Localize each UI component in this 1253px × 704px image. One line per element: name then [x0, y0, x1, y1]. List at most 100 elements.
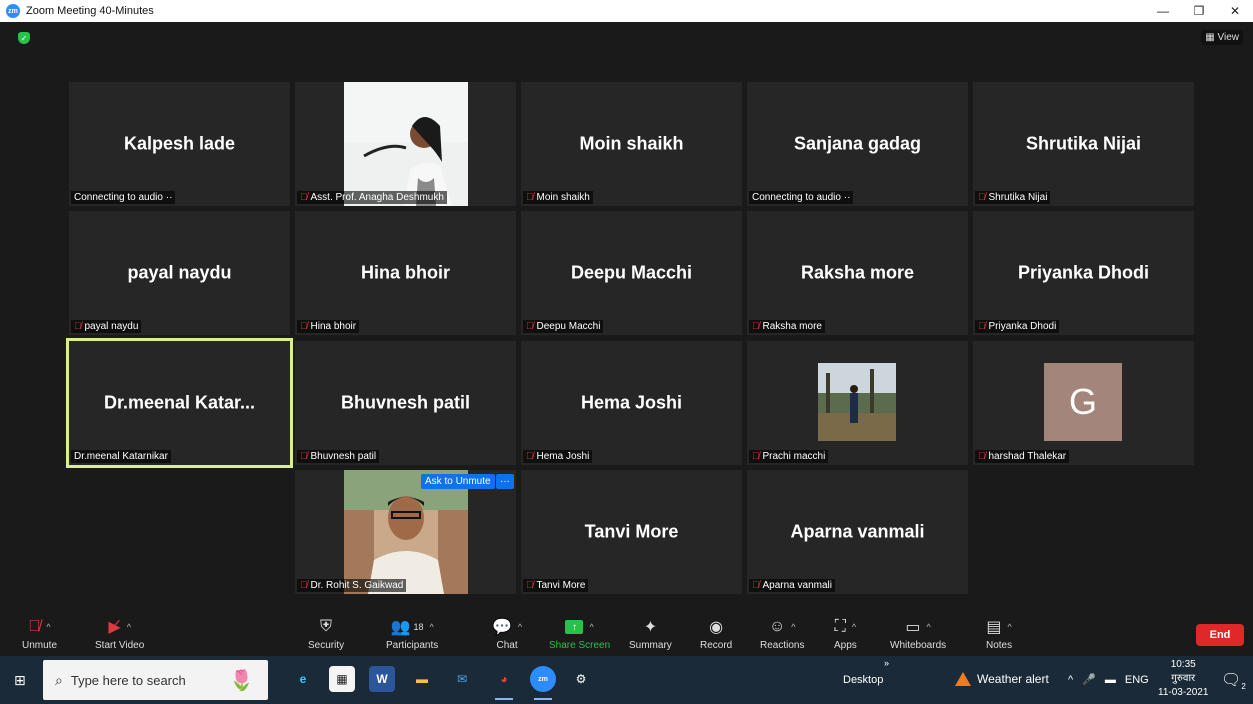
participant-tile[interactable]: Hina bhoir 🎙̸ Hina bhoir — [295, 211, 516, 335]
participant-tile[interactable]: Tanvi More 🎙̸ Tanvi More — [521, 470, 742, 594]
muted-mic-icon: 🎙̸ — [300, 321, 308, 332]
whiteboards-button[interactable]: ▭ ^ Whiteboards — [890, 616, 946, 651]
chrome-icon[interactable]: ◕ — [491, 666, 517, 700]
muted-mic-icon: 🎙̸ — [752, 321, 760, 332]
view-label: View — [1217, 32, 1240, 43]
participant-label: Connecting to audio ·· — [71, 191, 176, 204]
whiteboard-icon: ▭ — [905, 619, 921, 636]
chevron-up-icon[interactable]: ^ — [46, 622, 50, 632]
meeting-toolbar: 🎙̸ ^ Unmute ▶̸ ^ Start Video ⛨ Security 👥 1… — [0, 612, 1253, 656]
participant-label: 🎙̸ payal naydu — [71, 320, 142, 333]
participant-tile[interactable]: Raksha more 🎙̸ Raksha more — [747, 211, 968, 335]
security-button[interactable]: ⛨ Security — [308, 616, 344, 651]
restore-icon[interactable]: ❐ — [1181, 0, 1217, 22]
participants-button[interactable]: 👥 18 ^ Participants — [386, 616, 438, 651]
video-off-icon: ▶̸ — [108, 619, 121, 636]
chevron-up-icon[interactable]: ^ — [791, 622, 795, 632]
participant-tile[interactable]: Hema Joshi 🎙̸ Hema Joshi — [521, 341, 742, 465]
muted-mic-icon: 🎙̸ — [526, 321, 534, 332]
language-indicator[interactable]: ENG — [1125, 674, 1149, 686]
participant-tile[interactable]: Ask to Unmute ··· 🎙̸ Dr. Rohit S. Gaikwad — [295, 470, 516, 594]
chevron-icon[interactable]: » — [884, 658, 889, 668]
participant-label: 🎙̸ Aparna vanmali — [749, 579, 835, 592]
security-shield-icon[interactable]: ✓ — [18, 32, 30, 44]
participant-name: Moin shaikh — [579, 133, 684, 154]
chevron-up-icon[interactable]: ^ — [127, 622, 131, 632]
view-button[interactable]: ▦ View — [1201, 30, 1243, 45]
participant-tile[interactable]: Kalpesh lade Connecting to audio ·· — [69, 82, 290, 206]
windows-taskbar: ⊞ ⌕ Type here to search 🌷 e ▦ W ▬ ✉ ◕ zm… — [0, 656, 1253, 704]
participant-name: payal naydu — [127, 262, 232, 283]
close-icon[interactable]: ✕ — [1217, 0, 1253, 22]
muted-mic-icon: 🎙̸ — [28, 618, 41, 635]
muted-mic-icon: 🎙̸ — [300, 580, 308, 591]
notification-icon[interactable]: 🗨2 — [1221, 670, 1246, 691]
store-icon[interactable]: ▦ — [329, 666, 355, 692]
word-icon[interactable]: W — [369, 666, 395, 692]
participant-name: Sanjana gadag — [793, 133, 922, 154]
chat-button[interactable]: 💬 ^ Chat — [492, 616, 522, 651]
participant-tile[interactable]: payal naydu 🎙̸ payal naydu — [69, 211, 290, 335]
record-button[interactable]: ◉ Record — [700, 616, 732, 651]
participant-name: Hina bhoir — [361, 262, 450, 283]
taskbar-search-box[interactable]: ⌕ Type here to search 🌷 — [43, 660, 268, 700]
taskbar-clock[interactable]: 10:35 गुरुवार 11-03-2021 — [1158, 658, 1208, 700]
participant-label: 🎙̸ Bhuvnesh patil — [297, 450, 380, 463]
participant-tile[interactable]: 🎙̸ Prachi macchi — [747, 341, 968, 465]
unmute-button[interactable]: 🎙̸ ^ Unmute — [22, 616, 57, 651]
participant-label: 🎙̸ Raksha more — [749, 320, 825, 333]
chevron-up-icon[interactable]: ^ — [518, 622, 522, 632]
record-icon: ◉ — [709, 619, 724, 636]
chevron-up-icon[interactable]: ^ — [927, 622, 931, 632]
reactions-button[interactable]: ☺ ^ Reactions — [760, 616, 804, 651]
zoom-taskbar-icon[interactable]: zm — [530, 666, 556, 700]
ask-to-unmute-button[interactable]: Ask to Unmute — [421, 474, 495, 489]
participant-tile-active-speaker[interactable]: Dr.meenal Katar... Dr.meenal Katarnikar — [66, 338, 293, 468]
settings-gear-icon[interactable]: ⚙ — [568, 666, 594, 692]
chevron-up-icon[interactable]: ^ — [1068, 674, 1073, 686]
chevron-up-icon[interactable]: ^ — [852, 622, 856, 632]
notes-button[interactable]: ▤ ^ Notes — [986, 616, 1012, 651]
mail-icon[interactable]: ✉ — [449, 666, 475, 692]
participant-tile[interactable]: Deepu Macchi 🎙̸ Deepu Macchi — [521, 211, 742, 335]
edge-icon[interactable]: e — [290, 666, 316, 692]
window-titlebar: zm Zoom Meeting 40-Minutes — ❐ ✕ — [0, 0, 1253, 22]
share-screen-button[interactable]: ↑ ^ Share Screen — [549, 616, 610, 651]
start-video-button[interactable]: ▶̸ ^ Start Video — [95, 616, 144, 651]
weather-alert[interactable]: Weather alert — [955, 672, 1049, 686]
muted-mic-icon: 🎙̸ — [300, 192, 308, 203]
more-options-button[interactable]: ··· — [496, 474, 514, 489]
participant-name: Aparna vanmali — [790, 521, 925, 542]
notification-count: 2 — [1241, 682, 1246, 692]
summary-button[interactable]: ✦ Summary — [629, 616, 672, 651]
participant-tile[interactable]: Priyanka Dhodi 🎙̸ Priyanka Dhodi — [973, 211, 1194, 335]
clock-date: 11-03-2021 — [1158, 687, 1209, 698]
desktop-toolbar[interactable]: Desktop — [843, 674, 883, 686]
participant-tile[interactable]: Aparna vanmali 🎙̸ Aparna vanmali — [747, 470, 968, 594]
clock-time: 10:35 — [1170, 659, 1196, 670]
chevron-up-icon[interactable]: ^ — [589, 622, 593, 632]
participant-tile[interactable]: 🎙̸ Asst. Prof. Anagha Deshmukh — [295, 82, 516, 206]
chevron-up-icon[interactable]: ^ — [429, 622, 433, 632]
participant-name: Bhuvnesh patil — [340, 392, 470, 413]
participant-label: 🎙̸ Hema Joshi — [523, 450, 593, 463]
participant-tile[interactable]: Bhuvnesh patil 🎙̸ Bhuvnesh patil — [295, 341, 516, 465]
participant-tile[interactable]: Sanjana gadag Connecting to audio ·· — [747, 82, 968, 206]
participants-icon: 👥 — [390, 619, 411, 636]
file-explorer-icon[interactable]: ▬ — [409, 666, 435, 692]
minimize-icon[interactable]: — — [1145, 0, 1181, 22]
participant-tile[interactable]: G 🎙̸ harshad Thalekar — [973, 341, 1194, 465]
participant-name: Raksha more — [800, 262, 915, 283]
chevron-up-icon[interactable]: ^ — [1008, 622, 1012, 632]
end-meeting-button[interactable]: End — [1196, 624, 1244, 646]
participant-tile[interactable]: Moin shaikh 🎙̸ Moin shaikh — [521, 82, 742, 206]
participant-label: 🎙̸ Asst. Prof. Anagha Deshmukh — [297, 191, 447, 204]
windows-start-icon[interactable]: ⊞ — [14, 672, 26, 689]
flower-decoration-icon: 🌷 — [229, 670, 254, 692]
muted-mic-icon: 🎙̸ — [978, 192, 986, 203]
apps-button[interactable]: ⛶ ^ Apps — [834, 616, 857, 651]
battery-icon[interactable]: ▬ — [1105, 674, 1116, 686]
muted-mic-icon: 🎙̸ — [526, 451, 534, 462]
microphone-icon[interactable]: 🎤 — [1082, 673, 1096, 686]
participant-tile[interactable]: Shrutika Nijai 🎙̸ Shrutika Nijai — [973, 82, 1194, 206]
